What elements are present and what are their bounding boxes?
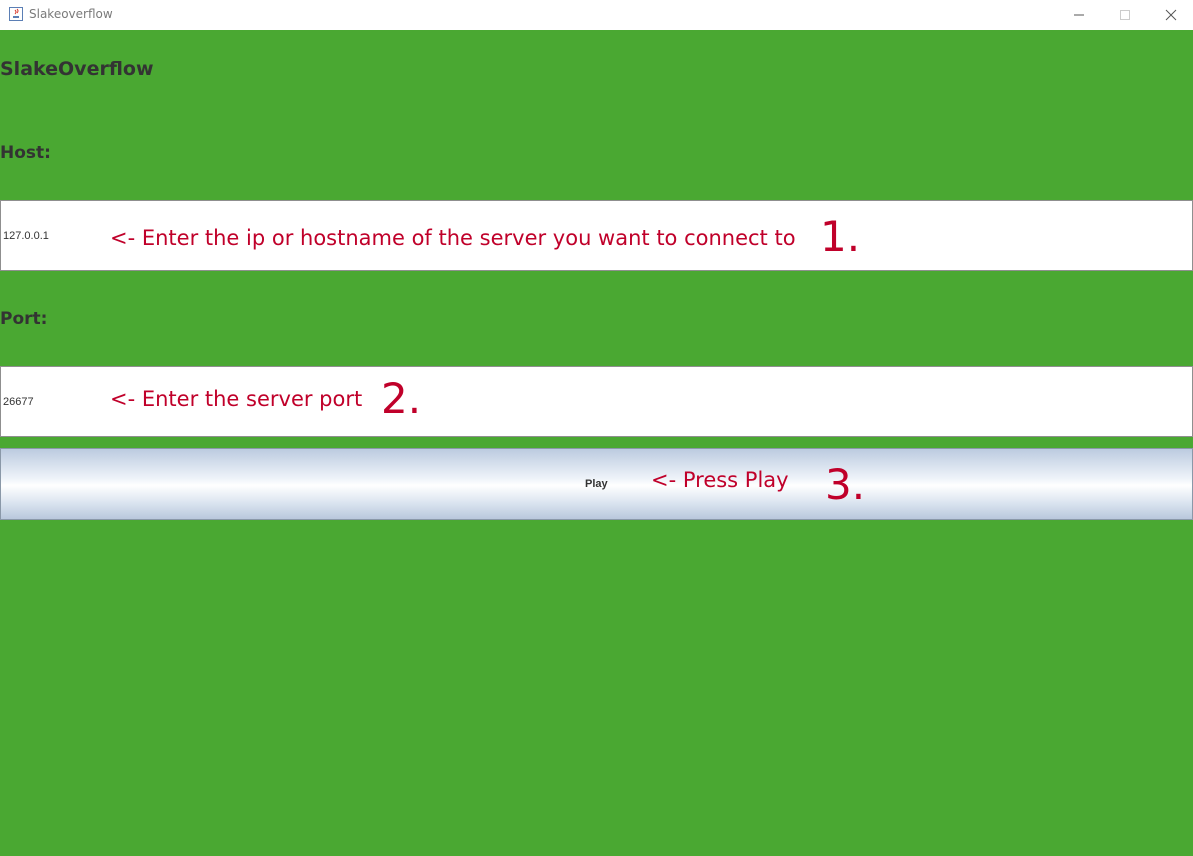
annotation-step-1-number: 1. (820, 212, 861, 261)
title-bar[interactable]: Slakeoverflow (0, 0, 1193, 30)
java-app-icon (8, 6, 24, 22)
minimize-button[interactable] (1056, 0, 1102, 30)
play-button[interactable]: Play (0, 448, 1193, 520)
host-input-value: 127.0.0.1 (3, 230, 49, 242)
port-input-value: 26677 (3, 396, 34, 408)
app-title: SlakeOverflow (0, 58, 154, 80)
window-title: Slakeoverflow (29, 7, 113, 21)
annotation-step-3-number: 3. (825, 460, 866, 509)
app-window: Slakeoverflow SlakeOverflow Host: 127.0.… (0, 0, 1193, 856)
host-label: Host: (0, 143, 51, 163)
maximize-icon (1120, 10, 1130, 20)
annotation-step-1: <- Enter the ip or hostname of the serve… (110, 226, 796, 250)
maximize-button[interactable] (1102, 0, 1148, 30)
annotation-step-3: <- Press Play (651, 468, 789, 492)
close-icon (1165, 9, 1177, 21)
annotation-step-2: <- Enter the server port (110, 387, 363, 411)
play-button-label: Play (585, 478, 608, 490)
close-button[interactable] (1148, 0, 1193, 30)
annotation-step-2-number: 2. (381, 374, 422, 423)
minimize-icon (1074, 14, 1084, 16)
port-label: Port: (0, 309, 48, 329)
